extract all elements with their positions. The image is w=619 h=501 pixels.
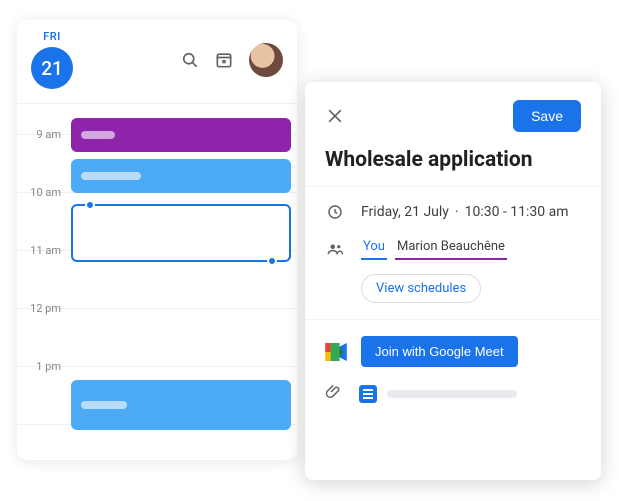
event-title-placeholder — [81, 172, 141, 180]
people-icon — [325, 240, 345, 258]
calendar-event[interactable] — [71, 159, 291, 193]
guest-chip[interactable]: Marion Beauchêne — [395, 237, 507, 260]
day-of-week-label: FRI — [43, 30, 61, 43]
calendar-event[interactable] — [71, 380, 291, 430]
event-guests-row: You Marion Beauchêne — [325, 237, 581, 260]
event-time: 10:30 - 11:30 am — [465, 204, 569, 220]
guest-chip-you[interactable]: You — [361, 237, 387, 260]
calendar-header: FRI 21 — [17, 20, 297, 104]
clock-icon — [325, 203, 345, 221]
close-icon[interactable] — [325, 106, 345, 126]
date-selector[interactable]: FRI 21 — [31, 30, 73, 89]
day-number-badge: 21 — [31, 47, 73, 89]
hour-label: 11 am — [21, 244, 61, 257]
calendar-card: FRI 21 9 am 10 am 11 am 12 pm 1 pm — [17, 20, 297, 460]
join-google-meet-button[interactable]: Join with Google Meet — [361, 336, 518, 367]
event-title-placeholder — [81, 131, 115, 139]
search-icon[interactable] — [179, 49, 201, 71]
calendar-body[interactable]: 9 am 10 am 11 am 12 pm 1 pm — [17, 104, 297, 460]
today-icon[interactable] — [213, 49, 235, 71]
hour-label: 1 pm — [21, 360, 61, 373]
attachment-row — [325, 383, 581, 405]
event-date: Friday, 21 July — [361, 204, 449, 220]
hour-label: 12 pm — [21, 302, 61, 315]
separator-dot: · — [455, 204, 459, 220]
view-schedules-button[interactable]: View schedules — [361, 274, 481, 303]
attachment-icon[interactable] — [325, 383, 345, 405]
user-avatar[interactable] — [249, 43, 283, 77]
hour-label: 10 am — [21, 186, 61, 199]
event-detail-card: Save Wholesale application Friday, 21 Ju… — [305, 82, 601, 480]
new-event-selection[interactable] — [71, 204, 291, 262]
event-time-row[interactable]: Friday, 21 July · 10:30 - 11:30 am — [325, 203, 581, 221]
selection-handle-start[interactable] — [85, 200, 95, 210]
google-meet-icon — [325, 343, 347, 361]
google-doc-icon[interactable] — [359, 385, 377, 403]
selection-handle-end[interactable] — [267, 256, 277, 266]
attachment-name-placeholder — [387, 390, 517, 398]
google-meet-row: Join with Google Meet — [325, 336, 581, 367]
event-title[interactable]: Wholesale application — [325, 148, 581, 172]
event-title-placeholder — [81, 401, 127, 409]
hour-label: 9 am — [21, 128, 61, 141]
calendar-event[interactable] — [71, 118, 291, 152]
save-button[interactable]: Save — [513, 100, 581, 132]
